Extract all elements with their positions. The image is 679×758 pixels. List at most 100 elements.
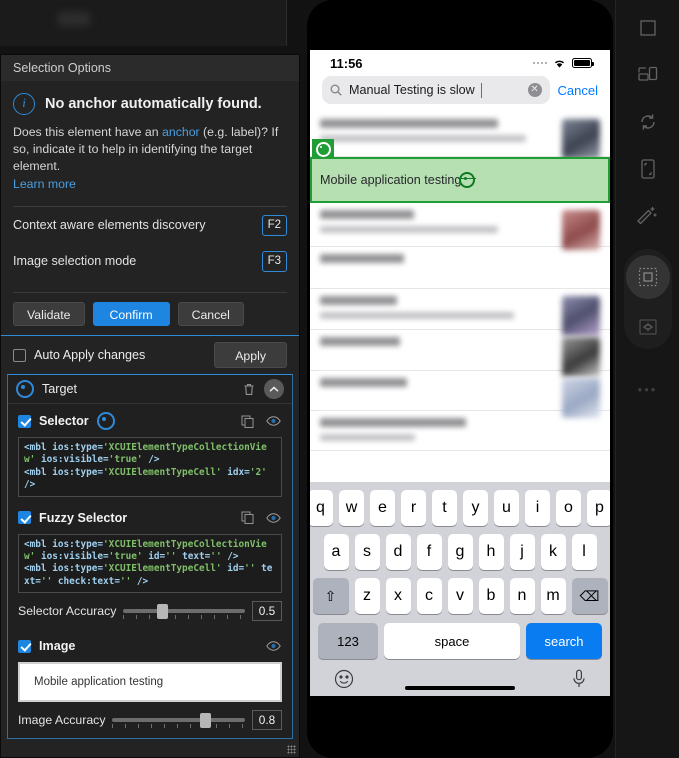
slider-ticks-2	[112, 724, 245, 729]
key-s[interactable]: s	[354, 534, 380, 570]
numbers-key[interactable]: 123	[318, 623, 378, 659]
key-i[interactable]: i	[525, 490, 550, 526]
anchor-link[interactable]: anchor	[162, 125, 200, 139]
selector-target-icon[interactable]	[96, 412, 115, 430]
key-h[interactable]: h	[478, 534, 504, 570]
fuzzy-preview-eye-icon[interactable]	[264, 509, 282, 527]
list-item[interactable]	[310, 330, 610, 377]
fuzzy-selector-code[interactable]: <mbl ios:type='XCUIElementTypeCollection…	[18, 533, 282, 594]
list-item[interactable]	[310, 112, 610, 159]
crop-select-icon[interactable]	[632, 311, 664, 343]
key-r[interactable]: r	[401, 490, 426, 526]
selector-accuracy-slider[interactable]	[123, 603, 245, 620]
list-item-text	[320, 337, 554, 346]
device-frame-icon[interactable]	[632, 153, 664, 185]
key-f[interactable]: f	[416, 534, 442, 570]
list-item[interactable]	[310, 203, 610, 250]
selector-checkbox[interactable]	[18, 414, 31, 428]
refresh-icon[interactable]	[632, 106, 664, 138]
image-selection-mode-key[interactable]: F3	[261, 250, 287, 272]
key-t[interactable]: t	[432, 490, 457, 526]
selector-accuracy-value[interactable]: 0.5	[252, 601, 282, 622]
key-l[interactable]: l	[571, 534, 597, 570]
selector-code[interactable]: <mbl ios:type='XCUIElementTypeCollection…	[18, 437, 282, 497]
selector-accuracy-label: Selector Accuracy	[18, 604, 117, 619]
element-select-icon[interactable]	[625, 255, 670, 299]
apply-button[interactable]: Apply	[214, 342, 287, 368]
device-rotate-icon[interactable]	[632, 59, 664, 91]
fuzzy-copy-icon[interactable]	[238, 509, 256, 527]
image-selection-mode-label: Image selection mode	[13, 254, 137, 268]
selection-crosshair-icon	[458, 172, 477, 188]
image-accuracy-slider[interactable]	[112, 712, 245, 729]
key-n[interactable]: n	[509, 578, 535, 614]
preview-eye-icon[interactable]	[264, 412, 282, 430]
list-item[interactable]	[310, 411, 610, 451]
fuzzy-selector-checkbox[interactable]	[18, 511, 31, 525]
shift-key[interactable]: ⇧	[312, 578, 349, 614]
highlighted-element[interactable]: Mobile application testing	[310, 139, 610, 203]
image-checkbox[interactable]	[18, 639, 31, 653]
key-e[interactable]: e	[370, 490, 395, 526]
search-bar: Manual Testing is slow ✕ Cancel	[310, 76, 610, 112]
ios-status-bar: 11:56	[310, 50, 610, 76]
panel-resize-grip[interactable]	[287, 745, 296, 754]
list-item-text	[320, 254, 600, 263]
confirm-button[interactable]: Confirm	[92, 302, 170, 326]
blurred-subtitle	[320, 434, 416, 441]
clear-icon[interactable]: ✕	[527, 83, 542, 97]
learn-more-link[interactable]: Learn more	[13, 176, 287, 193]
key-o[interactable]: o	[556, 490, 581, 526]
anchor-badge[interactable]	[312, 139, 334, 159]
key-j[interactable]: j	[509, 534, 535, 570]
space-key[interactable]: space	[384, 623, 520, 659]
toolbar-more-icon[interactable]: •••	[638, 382, 658, 397]
blurred-subtitle	[320, 135, 526, 142]
key-g[interactable]: g	[447, 534, 473, 570]
key-a[interactable]: a	[323, 534, 349, 570]
image-accuracy-value[interactable]: 0.8	[252, 710, 282, 731]
validate-button[interactable]: Validate	[13, 302, 85, 326]
auto-apply-checkbox[interactable]	[13, 348, 26, 362]
key-c[interactable]: c	[416, 578, 442, 614]
key-m[interactable]: m	[540, 578, 566, 614]
key-w[interactable]: w	[339, 490, 364, 526]
search-icon	[330, 84, 342, 96]
backspace-key[interactable]: ⌫	[571, 578, 608, 614]
keyboard-bottom-row	[310, 659, 610, 689]
image-selection-mode-row[interactable]: Image selection mode F3	[1, 243, 299, 279]
slider-thumb-2[interactable]	[199, 713, 211, 729]
key-u[interactable]: u	[494, 490, 519, 526]
key-x[interactable]: x	[385, 578, 411, 614]
key-y[interactable]: y	[463, 490, 488, 526]
key-d[interactable]: d	[385, 534, 411, 570]
cancel-button[interactable]: Cancel	[177, 302, 244, 326]
search-input[interactable]: Manual Testing is slow ✕	[322, 76, 550, 104]
list-item[interactable]	[310, 247, 610, 289]
delete-icon[interactable]	[240, 380, 258, 398]
list-item[interactable]	[310, 289, 610, 336]
square-icon[interactable]	[632, 12, 664, 44]
list-item-thumbnail	[562, 210, 600, 250]
fuzzy-selector-header: Fuzzy Selector	[18, 509, 282, 527]
key-v[interactable]: v	[447, 578, 473, 614]
auto-apply-checkbox-wrap[interactable]: Auto Apply changes	[13, 348, 145, 362]
key-k[interactable]: k	[540, 534, 566, 570]
context-aware-discovery-label: Context aware elements discovery	[13, 218, 206, 232]
search-cancel-button[interactable]: Cancel	[558, 83, 598, 98]
image-preview-eye-icon[interactable]	[264, 637, 282, 655]
key-z[interactable]: z	[354, 578, 380, 614]
key-p[interactable]: p	[587, 490, 610, 526]
context-aware-discovery-key[interactable]: F2	[261, 214, 287, 236]
copy-icon[interactable]	[238, 412, 256, 430]
magic-wand-icon[interactable]	[632, 200, 664, 232]
collapse-icon[interactable]	[264, 379, 284, 399]
backdrop-left-strip	[0, 0, 286, 46]
search-key[interactable]: search	[526, 623, 602, 659]
context-aware-discovery-row[interactable]: Context aware elements discovery F2	[1, 207, 299, 243]
slider-thumb[interactable]	[157, 604, 169, 620]
key-b[interactable]: b	[478, 578, 504, 614]
key-q[interactable]: q	[310, 490, 333, 526]
list-item[interactable]	[310, 371, 610, 418]
list-item-text	[320, 378, 554, 387]
